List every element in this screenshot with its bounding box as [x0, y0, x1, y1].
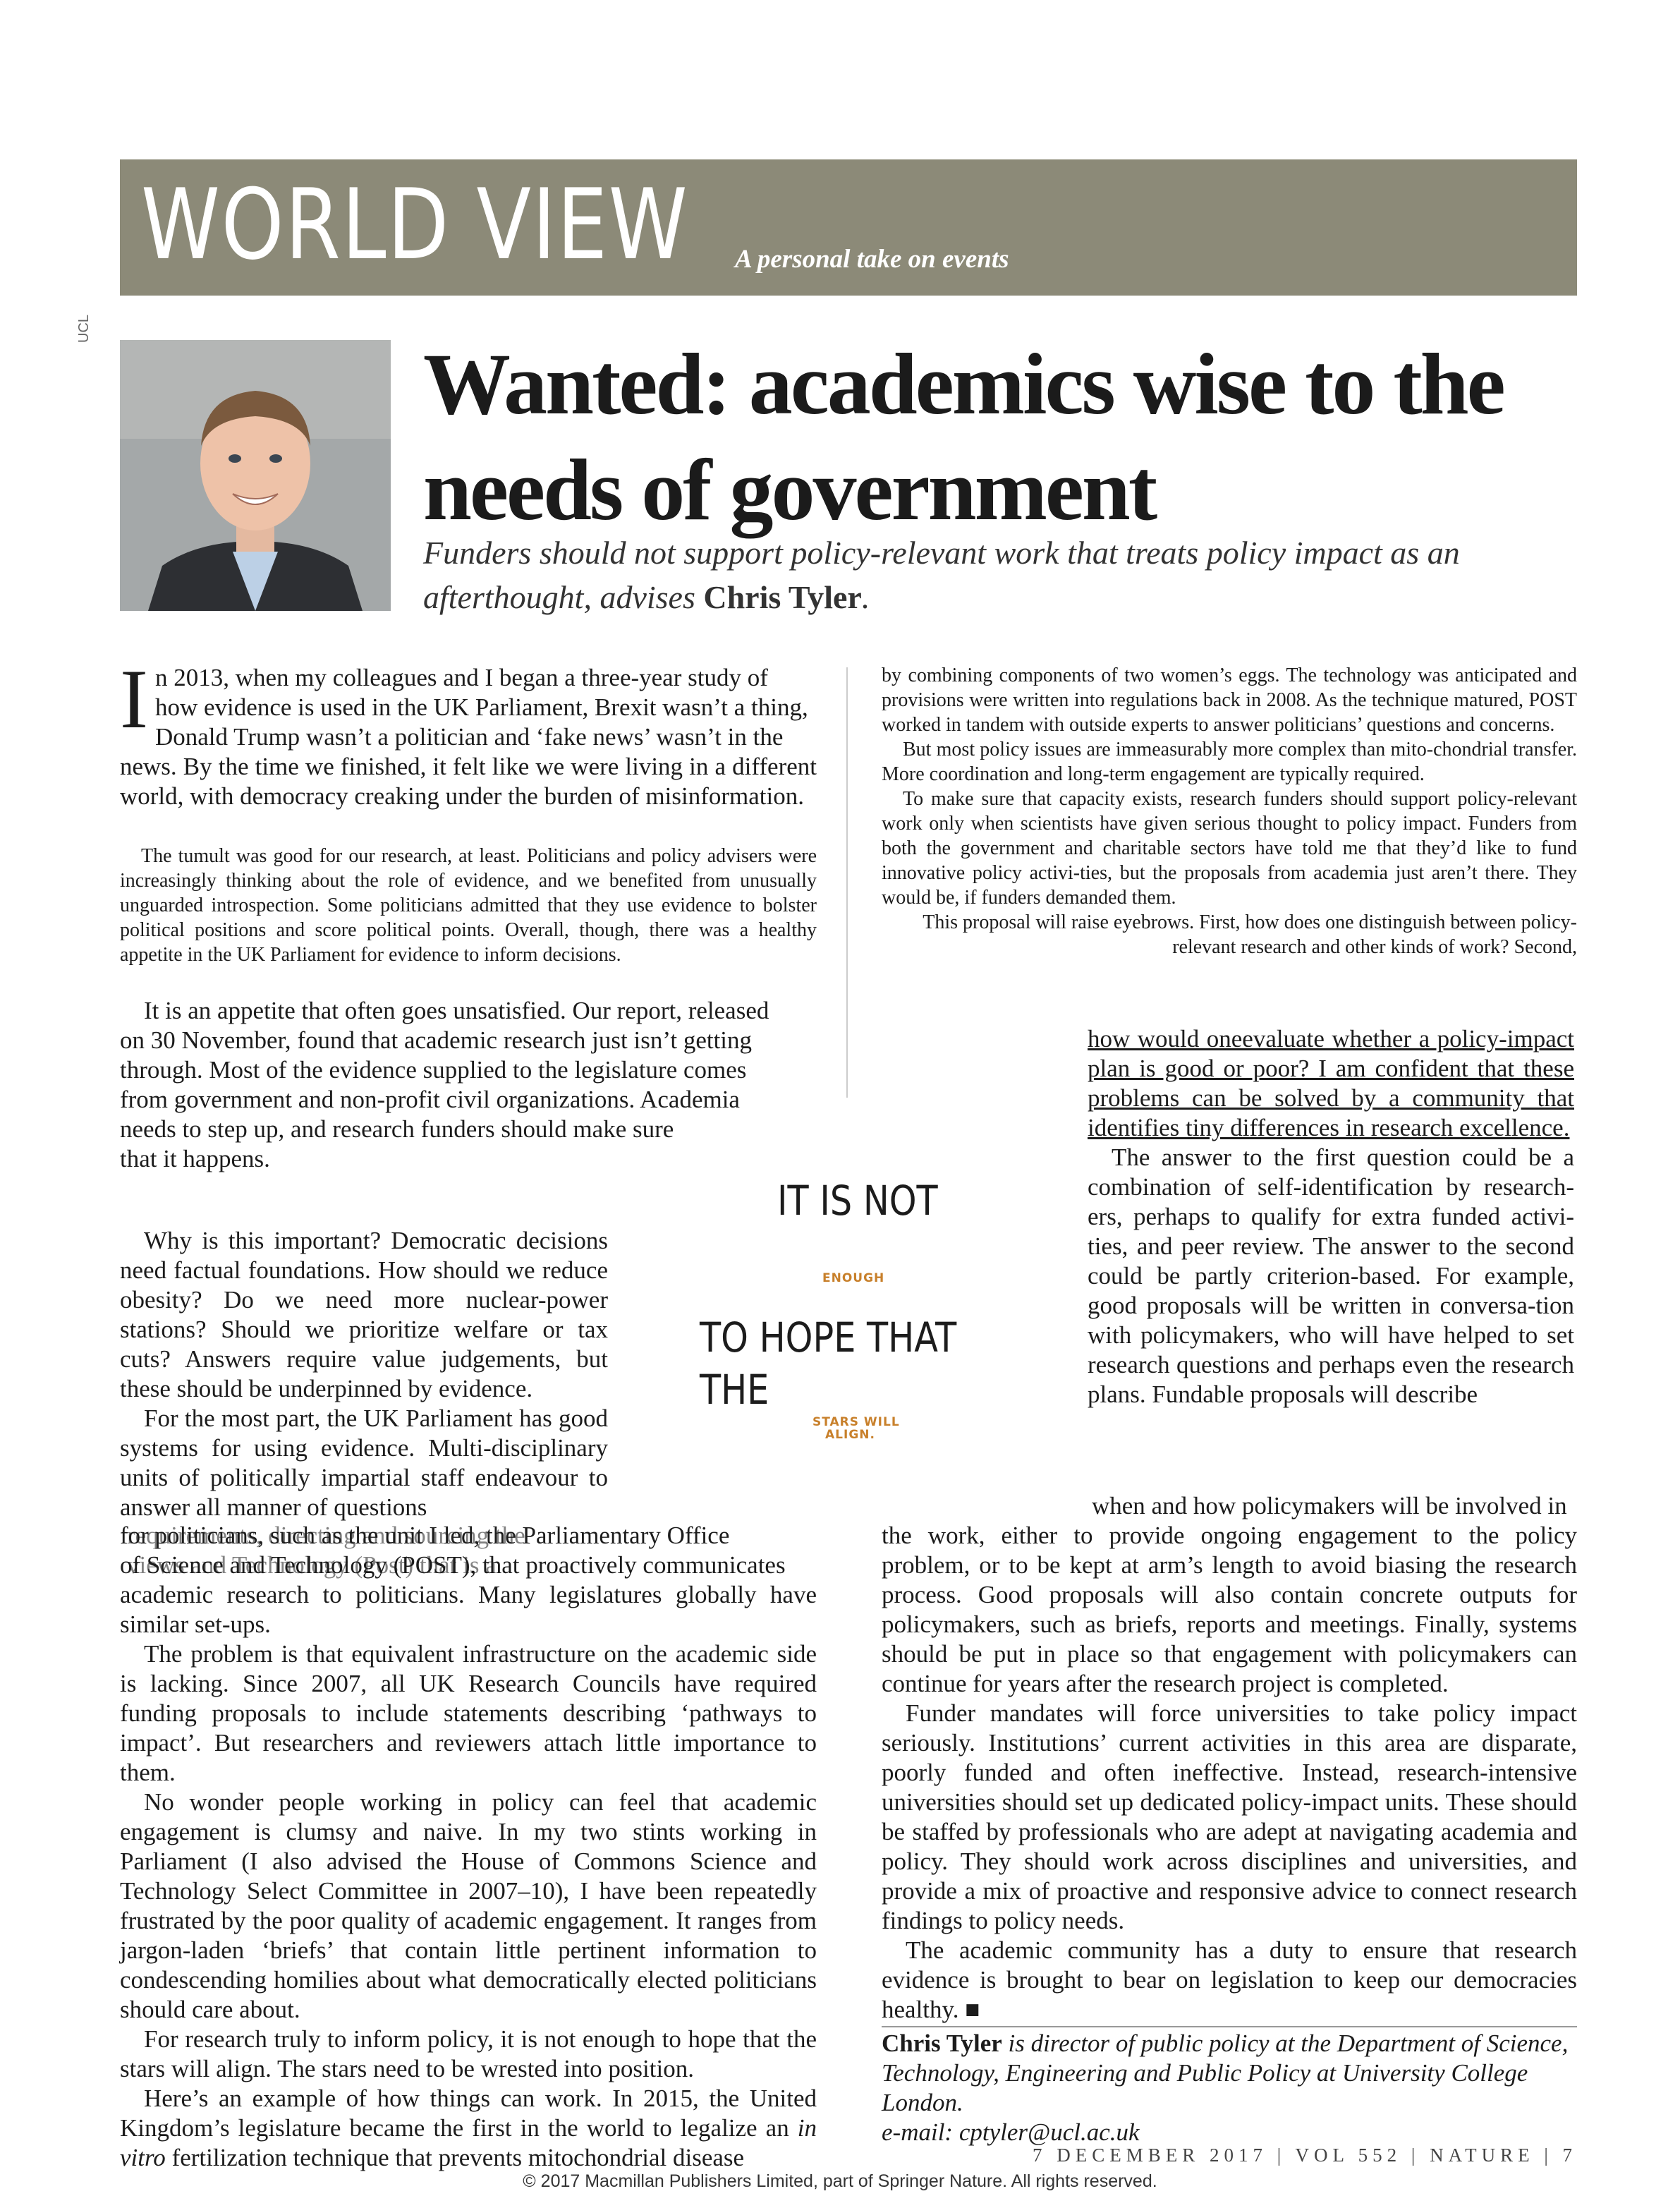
right-paragraph-1: by combining components of two women’s e…	[882, 665, 1577, 736]
standfirst-end: .	[861, 579, 870, 615]
opening-line-2: how evidence is used in the UK Parliamen…	[155, 693, 808, 721]
right-column-top: by combining components of two women’s e…	[882, 663, 1577, 959]
right-bottom-lead: when and how policymakers will be involv…	[1092, 1492, 1567, 1519]
paragraph-3-text: It is an appetite that often goes unsati…	[120, 997, 769, 1143]
right-paragraph-2: But most policy issues are immeasurably …	[882, 739, 1577, 785]
section-title: WORLD VIEW	[141, 168, 689, 281]
paragraph-9: Here’s an example of how things can work…	[120, 2084, 817, 2173]
pull-quote-line-3: TO HOPE THAT	[700, 1314, 957, 1361]
paragraph-4: Why is this important? Democratic decisi…	[120, 1226, 608, 1404]
opening-line-1: n 2013, when my colleagues and I began a…	[155, 664, 768, 691]
bio-divider	[882, 2026, 1577, 2027]
underlined-paragraph: how would oneevaluate whether a policy-i…	[1088, 1025, 1574, 1141]
drop-cap: I	[120, 652, 148, 746]
overlap-ghost-2: views and Technology (Post) that is a	[127, 1551, 497, 1579]
paragraph-5: For the most part, the UK Parliament has…	[120, 1404, 608, 1522]
standfirst-author: Chris Tyler	[703, 579, 862, 615]
paragraph-2: The tumult was good for our research, at…	[120, 844, 817, 967]
closing-text: The academic community has a duty to ens…	[882, 1936, 1577, 2023]
paragraph-8: For research truly to inform policy, it …	[120, 2025, 817, 2082]
pull-quote-word-align: ALIGN.	[825, 1428, 875, 1442]
paragraph-5-text: For the most part, the UK Parliament has…	[120, 1405, 608, 1521]
right-paragraph-3: To make sure that capacity exists, resea…	[882, 788, 1577, 909]
opening-line-3: Donald Trump wasn’t a politician and ‘fa…	[155, 723, 784, 751]
pull-quote-line-1: IT IS NOT	[777, 1177, 938, 1225]
paragraph-9-text: Here’s an example of how things can work…	[120, 2085, 817, 2142]
bio-name: Chris Tyler	[882, 2030, 1002, 2057]
pull-quote-line-4: THE	[700, 1366, 769, 1414]
right-narrow-column: how would oneevaluate whether a policy-i…	[1088, 1024, 1574, 1409]
right-bottom-paragraph-2: Funder mandates will force universities …	[882, 1699, 1577, 1934]
right-paragraph-4: This proposal will raise eyebrows. First…	[923, 911, 1577, 958]
author-portrait-image	[120, 340, 391, 611]
right-narrow-paragraph-2: The answer to the first question could b…	[1088, 1144, 1574, 1408]
column-divider	[846, 667, 848, 1098]
folio: 7 DECEMBER 2017 | VOL 552 | NATURE | 7	[1033, 2145, 1577, 2166]
author-photo	[120, 340, 391, 611]
paragraph-9-rest: fertilization technique that prevents mi…	[165, 2144, 745, 2171]
paragraph-4-text: Why is this important? Democratic decisi…	[120, 1227, 608, 1402]
left-column-continued: academic research to politicians. Many l…	[120, 1580, 817, 2173]
paragraph-3: It is an appetite that often goes unsati…	[120, 996, 783, 1174]
author-bio: Chris Tyler is director of public policy…	[882, 2029, 1577, 2147]
paragraph-5-rest: academic research to politicians. Many l…	[120, 1581, 817, 1638]
right-bottom-paragraph-1: the work, either to provide ongoing enga…	[882, 1522, 1577, 1697]
photo-credit: UCL	[76, 314, 92, 343]
section-tagline: A personal take on events	[735, 245, 1009, 274]
overlap-ghost-1: requirements, directing and sourcing the	[127, 1522, 525, 1549]
bio-email: e-mail: cptyler@ucl.ac.uk	[882, 2118, 1140, 2146]
copyright-notice: © 2017 Macmillan Publishers Limited, par…	[523, 2171, 1157, 2191]
pull-quote-word-stars: STARS WILL	[812, 1415, 900, 1429]
headline: Wanted: academics wise to the needs of g…	[423, 336, 1506, 538]
paragraph-2-text: The tumult was good for our research, at…	[120, 845, 817, 966]
paragraph-6: The problem is that equivalent infrastru…	[120, 1640, 817, 1786]
end-mark: ■	[965, 1996, 980, 2023]
standfirst-text: Funders should not support policy-releva…	[423, 535, 1460, 615]
standfirst: Funders should not support policy-releva…	[423, 530, 1580, 619]
right-column-bottom: the work, either to provide ongoing enga…	[882, 1521, 1577, 2025]
paragraph-7: No wonder people working in policy can f…	[120, 1788, 817, 2023]
paragraph-1-rest: news. By the time we finished, it felt l…	[120, 753, 817, 810]
opening-lines: n 2013, when my colleagues and I began a…	[155, 663, 817, 752]
right-bottom-paragraph-3: The academic community has a duty to ens…	[882, 1936, 1577, 2025]
paragraph-3-end: that it happens.	[120, 1145, 270, 1172]
pull-quote-word-enough: ENOUGH	[822, 1271, 885, 1285]
world-view-banner: WORLD VIEW A personal take on events	[120, 159, 1577, 296]
